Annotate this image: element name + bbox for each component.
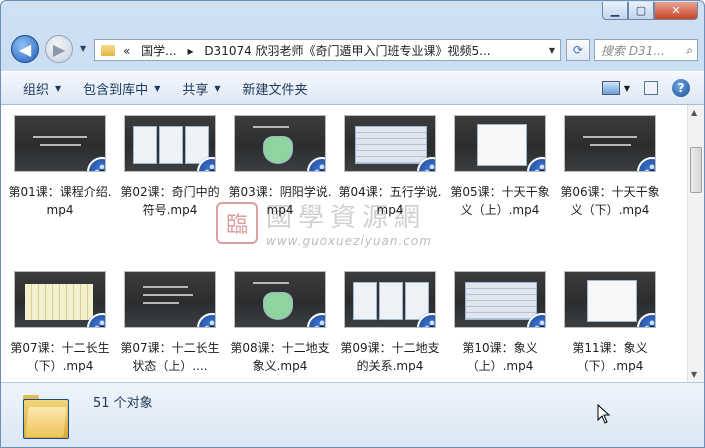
toolbar-right-icons: ▼ ? <box>601 79 690 97</box>
change-view-icon[interactable] <box>601 81 620 95</box>
media-player-icon <box>527 157 545 171</box>
share-menu[interactable]: 共享 ▼ <box>182 79 220 98</box>
search-input[interactable]: 搜索 D31... ⌕ <box>594 39 698 61</box>
minimize-icon: ▁ <box>610 4 620 17</box>
include-in-library-menu[interactable]: 包含到库中 ▼ <box>83 79 160 98</box>
organize-label: 组织 <box>23 82 50 98</box>
file-item[interactable]: 第11课：象义（下）.mp4 <box>558 271 662 375</box>
scrollbar-thumb[interactable] <box>690 147 702 193</box>
back-arrow-icon: ◀ <box>18 39 32 59</box>
video-thumbnail <box>564 271 656 328</box>
mouse-cursor-icon <box>597 404 611 424</box>
file-name: 第09课：十二地支的关系.mp4 <box>340 341 440 373</box>
video-thumbnail <box>124 115 216 172</box>
file-item[interactable]: 第05课：十天干象义（上）.mp4 <box>448 115 552 219</box>
file-name: 第08课：十二地支象义.mp4 <box>230 341 330 373</box>
forward-arrow-icon: ▶ <box>52 39 66 59</box>
help-icon: ? <box>677 81 685 95</box>
media-player-icon <box>307 157 325 171</box>
media-player-icon <box>307 313 325 327</box>
file-item[interactable]: 第03课：阴阳学说.mp4 <box>228 115 332 219</box>
refresh-button[interactable]: ⟳ <box>566 39 590 61</box>
file-name: 第05课：十天干象义（上）.mp4 <box>450 185 550 217</box>
video-thumbnail <box>14 271 106 328</box>
folder-icon <box>23 393 69 439</box>
video-thumbnail <box>454 115 546 172</box>
video-thumbnail <box>344 115 436 172</box>
file-item[interactable]: 第07课：十二长生状态（上）.... <box>118 271 222 375</box>
chevron-down-icon: ▼ <box>214 83 221 93</box>
search-icon: ⌕ <box>686 42 693 57</box>
video-thumbnail <box>234 271 326 328</box>
video-thumbnail <box>234 115 326 172</box>
video-thumbnail <box>124 271 216 328</box>
file-item[interactable]: 第06课：十天干象义（下）.mp4 <box>558 115 662 219</box>
chevron-down-icon: ▼ <box>55 83 62 93</box>
vertical-scrollbar[interactable]: ▲ ▼ <box>687 105 704 382</box>
file-name: 第02课：奇门中的符号.mp4 <box>120 185 220 217</box>
forward-button[interactable]: ▶ <box>45 35 73 63</box>
share-label: 共享 <box>182 82 209 98</box>
back-button[interactable]: ◀ <box>11 35 39 63</box>
file-item[interactable]: 第09课：十二地支的关系.mp4 <box>338 271 442 375</box>
scroll-up-icon[interactable]: ▲ <box>691 108 697 117</box>
title-bar: ▁ ▢ ✕ <box>1 1 704 31</box>
file-item[interactable]: 第07课：十二长生（下）.mp4 <box>8 271 112 375</box>
video-thumbnail <box>14 115 106 172</box>
scroll-down-icon[interactable]: ▼ <box>691 370 697 379</box>
caption-buttons: ▁ ▢ ✕ <box>602 2 698 20</box>
breadcrumb: « 国学... ▸ D31074 欣羽老师《奇门遁甲入门班专业课》视频5... <box>123 42 549 59</box>
media-player-icon <box>637 157 655 171</box>
file-list-pane: 臨 國學資源網 www.guoxueziyuan.com 第01课：课程介绍.m… <box>1 105 687 382</box>
close-button[interactable]: ✕ <box>654 2 698 20</box>
new-folder-button[interactable]: 新建文件夹 <box>243 79 308 98</box>
watermark-url: www.guoxueziyuan.com <box>266 234 432 248</box>
address-dropdown-icon[interactable]: ▼ <box>549 46 555 55</box>
breadcrumb-separator-icon[interactable]: ▸ <box>187 44 193 58</box>
file-name: 第07课：十二长生状态（上）.... <box>120 341 220 373</box>
breadcrumb-overflow[interactable]: « <box>123 44 130 58</box>
refresh-icon: ⟳ <box>572 43 584 57</box>
address-bar[interactable]: « 国学... ▸ D31074 欣羽老师《奇门遁甲入门班专业课》视频5... … <box>94 39 561 61</box>
preview-pane-icon[interactable] <box>644 81 658 95</box>
file-item[interactable]: 第08课：十二地支象义.mp4 <box>228 271 332 375</box>
new-folder-label: 新建文件夹 <box>242 82 308 98</box>
help-button[interactable]: ? <box>672 79 690 97</box>
minimize-button[interactable]: ▁ <box>602 2 628 20</box>
organize-menu[interactable]: 组织 ▼ <box>23 79 61 98</box>
maximize-icon: ▢ <box>635 4 647 17</box>
explorer-window: ▁ ▢ ✕ ◀ ▶ ▼ « 国学... ▸ D31074 欣羽老师《奇门遁甲入门… <box>0 0 705 448</box>
navigation-bar: ◀ ▶ ▼ « 国学... ▸ D31074 欣羽老师《奇门遁甲入门班专业课》视… <box>1 31 704 69</box>
search-placeholder: 搜索 D31... <box>601 43 665 58</box>
media-player-icon <box>637 313 655 327</box>
file-item[interactable]: 第02课：奇门中的符号.mp4 <box>118 115 222 219</box>
view-dropdown-icon[interactable]: ▼ <box>624 84 630 93</box>
close-icon: ✕ <box>671 4 681 17</box>
file-name: 第03课：阴阳学说.mp4 <box>228 185 332 217</box>
file-name: 第07课：十二长生（下）.mp4 <box>10 341 110 373</box>
video-thumbnail <box>564 115 656 172</box>
breadcrumb-item-current[interactable]: D31074 欣羽老师《奇门遁甲入门班专业课》视频5... <box>204 44 490 58</box>
include-in-library-label: 包含到库中 <box>83 82 149 98</box>
recent-pages-dropdown-icon[interactable]: ▼ <box>80 44 86 53</box>
maximize-button[interactable]: ▢ <box>628 2 654 20</box>
command-toolbar: 组织 ▼ 包含到库中 ▼ 共享 ▼ 新建文件夹 ▼ ? <box>1 71 704 105</box>
file-name: 第01课：课程介绍.mp4 <box>8 185 112 217</box>
video-thumbnail <box>344 271 436 328</box>
media-player-icon <box>87 157 105 171</box>
item-count: 51 个对象 <box>93 396 153 411</box>
file-name: 第06课：十天干象义（下）.mp4 <box>560 185 660 217</box>
file-name: 第10课：象义（上）.mp4 <box>462 341 538 373</box>
file-item[interactable]: 第01课：课程介绍.mp4 <box>8 115 112 219</box>
file-item[interactable]: 第04课：五行学说.mp4 <box>338 115 442 219</box>
file-name: 第11课：象义（下）.mp4 <box>572 341 648 373</box>
file-name: 第04课：五行学说.mp4 <box>338 185 442 217</box>
folder-icon <box>101 44 115 56</box>
chevron-down-icon: ▼ <box>154 83 161 93</box>
file-item[interactable]: 第10课：象义（上）.mp4 <box>448 271 552 375</box>
breadcrumb-item-parent[interactable]: 国学... <box>141 44 176 58</box>
media-player-icon <box>197 313 215 327</box>
video-thumbnail <box>454 271 546 328</box>
